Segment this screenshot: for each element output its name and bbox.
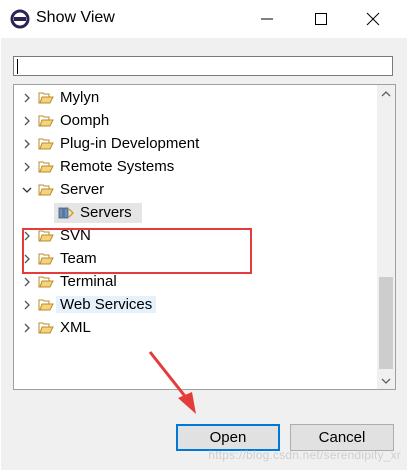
tree-item-svn[interactable]: SVN [14,225,374,247]
folder-open-icon [38,137,54,151]
scroll-thumb[interactable] [379,277,393,369]
chevron-right-icon[interactable] [20,90,34,106]
tree-item-server[interactable]: Server [14,179,374,201]
folder-open-icon [38,160,54,174]
scroll-up-icon[interactable] [377,85,395,102]
tree-item-web-services[interactable]: Web Services [14,294,374,316]
tree-item-servers[interactable]: Servers [14,202,374,224]
tree-item-label: XML [60,319,91,336]
tree-item-label: Mylyn [60,89,100,106]
close-button[interactable] [350,0,396,38]
tree-item-label: Remote Systems [60,158,175,175]
minimize-button[interactable] [244,0,290,38]
folder-open-icon [38,252,54,266]
tree-item-mylyn[interactable]: Mylyn [14,87,374,109]
servers-view-icon [58,206,75,220]
watermark: https://blog.csdn.net/serendipity_xr [208,448,401,462]
folder-open-icon [38,321,54,335]
filter-input[interactable] [13,56,393,76]
tree-item-label: Oomph [60,112,110,129]
tree-item-oomph[interactable]: Oomph [14,110,374,132]
folder-open-icon [38,91,54,105]
chevron-right-icon[interactable] [20,136,34,152]
folder-open-icon [38,298,54,312]
tree-item-label: Team [60,250,97,267]
text-caret [17,59,18,74]
tree-item-terminal[interactable]: Terminal [14,271,374,293]
vertical-scrollbar[interactable] [377,85,395,389]
scroll-down-icon[interactable] [377,372,395,389]
tree-item-xml[interactable]: XML [14,317,374,339]
tree-item-label: Web Services [56,296,157,313]
view-tree: Mylyn Oomph Plug-in Development Remote S… [13,84,396,390]
tree-item-label: SVN [60,227,91,244]
tree-item-remote-systems[interactable]: Remote Systems [14,156,374,178]
window-title: Show View [36,9,115,26]
folder-open-icon [38,275,54,289]
tree-item-team[interactable]: Team [14,248,374,270]
chevron-right-icon[interactable] [20,159,34,175]
eclipse-icon [10,9,30,29]
chevron-down-icon[interactable] [20,182,34,198]
chevron-right-icon[interactable] [20,251,34,267]
chevron-right-icon[interactable] [20,320,34,336]
maximize-button[interactable] [298,0,344,38]
tree-item-plugin-development[interactable]: Plug-in Development [14,133,374,155]
cancel-button[interactable]: Cancel [290,424,394,451]
open-button[interactable]: Open [176,424,280,451]
chevron-right-icon[interactable] [20,228,34,244]
folder-open-icon [38,229,54,243]
chevron-right-icon[interactable] [20,297,34,313]
folder-open-icon [38,183,54,197]
tree-item-label: Terminal [60,273,117,290]
tree-item-label: Plug-in Development [60,135,200,152]
chevron-right-icon[interactable] [20,113,34,129]
folder-open-icon [38,114,54,128]
chevron-right-icon[interactable] [20,274,34,290]
tree-item-label: Server [60,181,105,198]
tree-item-label: Servers [80,204,132,221]
dialog-body: Mylyn Oomph Plug-in Development Remote S… [1,38,407,470]
title-bar: Show View [0,0,408,38]
